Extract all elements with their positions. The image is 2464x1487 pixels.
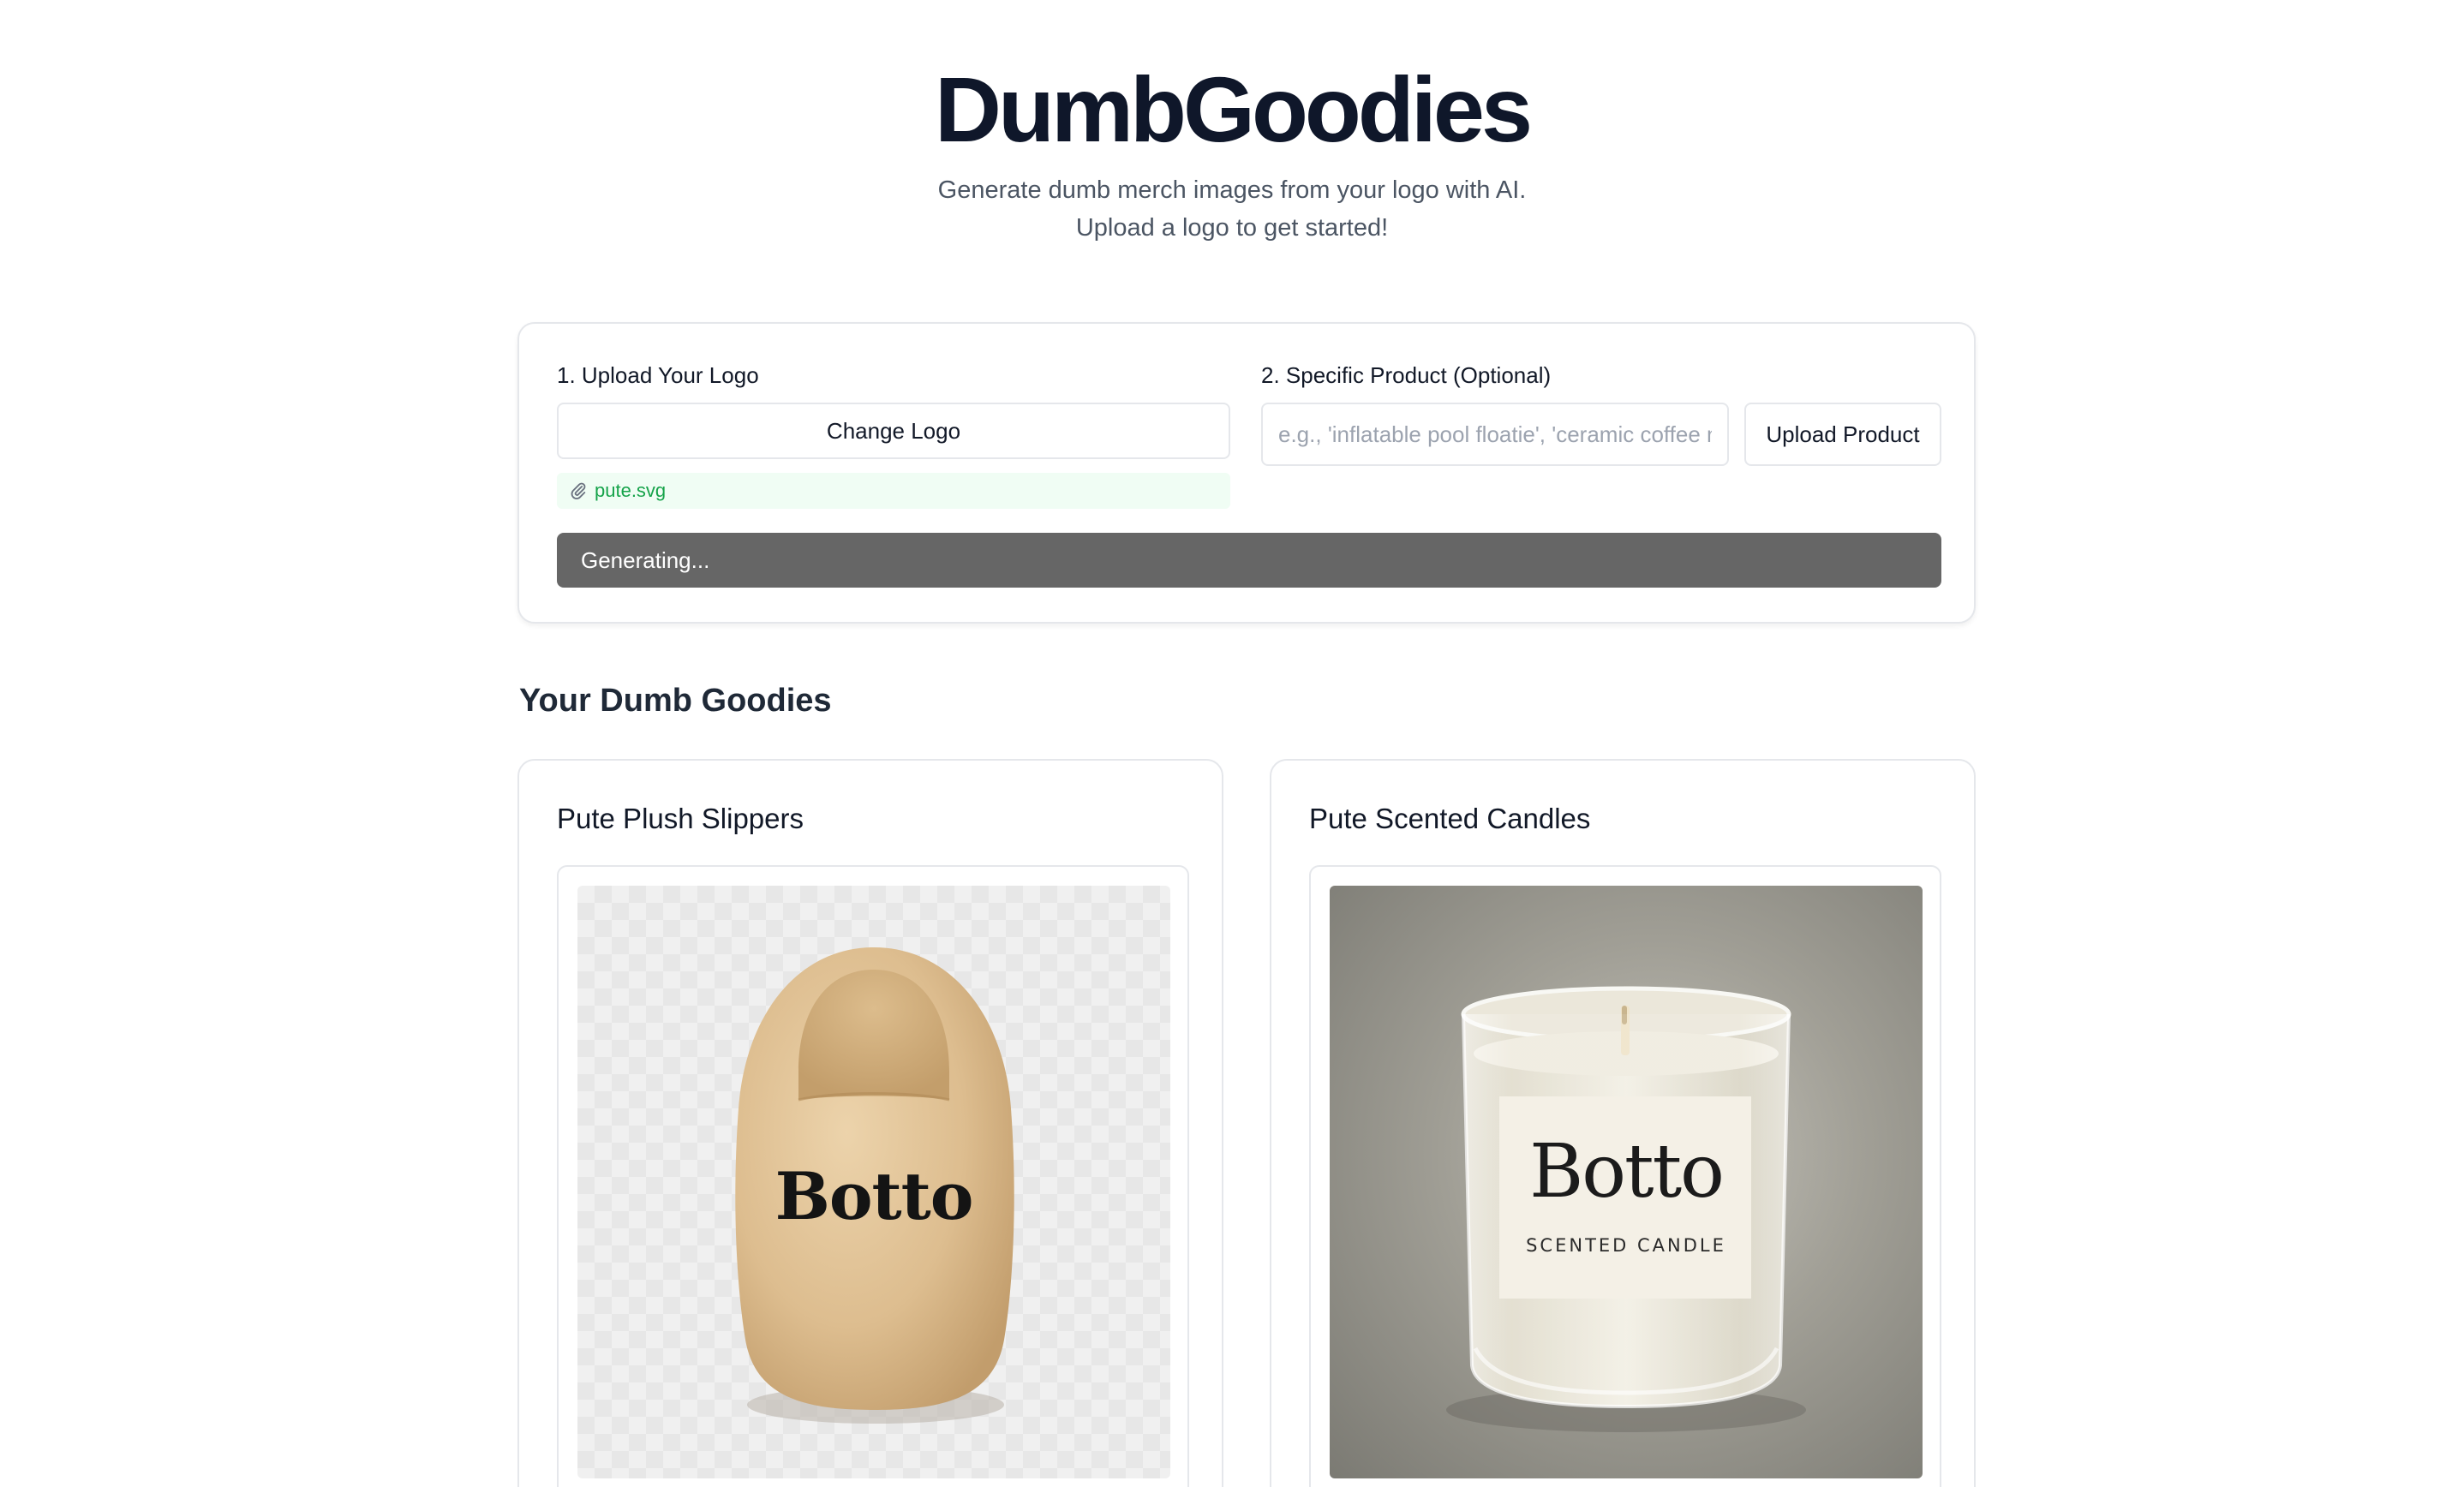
selected-file-name: pute.svg	[595, 480, 667, 501]
product-image-frame: Botto SCENTED CANDLE	[1309, 865, 1941, 1487]
product-card-title: Pute Scented Candles	[1309, 803, 1591, 834]
product-image[interactable]: Botto	[577, 886, 1170, 1478]
generator-form-card: 1. Upload Your Logo Change Logo pute.svg…	[517, 322, 1976, 624]
upload-product-button[interactable]: Upload Product	[1744, 403, 1941, 466]
subtitle-line-1: Generate dumb merch images from your log…	[937, 176, 1527, 204]
upload-logo-label: 1. Upload Your Logo	[557, 362, 759, 388]
header: DumbGoodies Generate dumb merch images f…	[0, 53, 2464, 247]
results-heading: Your Dumb Goodies	[519, 683, 832, 719]
paperclip-icon	[571, 482, 586, 499]
page: DumbGoodies Generate dumb merch images f…	[0, 0, 2464, 1487]
product-image-frame: Botto	[557, 865, 1189, 1487]
candle-logo-text: Botto	[1529, 1129, 1725, 1215]
slipper-logo-text: Botto	[774, 1158, 974, 1234]
app-subtitle: Generate dumb merch images from your log…	[0, 171, 2464, 247]
candle-label-subtext: SCENTED CANDLE	[1526, 1235, 1726, 1256]
generate-button[interactable]: Generating...	[557, 533, 1941, 588]
change-logo-button[interactable]: Change Logo	[557, 403, 1230, 459]
product-image[interactable]: Botto SCENTED CANDLE	[1330, 886, 1923, 1478]
product-card: Pute Plush Slippers Botto	[517, 759, 1223, 1487]
app-title: DumbGoodies	[934, 57, 1533, 161]
product-card: Pute Scented Candles Botto SCENTED CANDL…	[1270, 759, 1976, 1487]
selected-file-chip: pute.svg	[557, 473, 1230, 509]
specific-product-label: 2. Specific Product (Optional)	[1261, 362, 1552, 388]
product-card-title: Pute Plush Slippers	[557, 803, 804, 834]
subtitle-line-2: Upload a logo to get started!	[1075, 214, 1389, 242]
specific-product-input[interactable]	[1261, 403, 1729, 466]
